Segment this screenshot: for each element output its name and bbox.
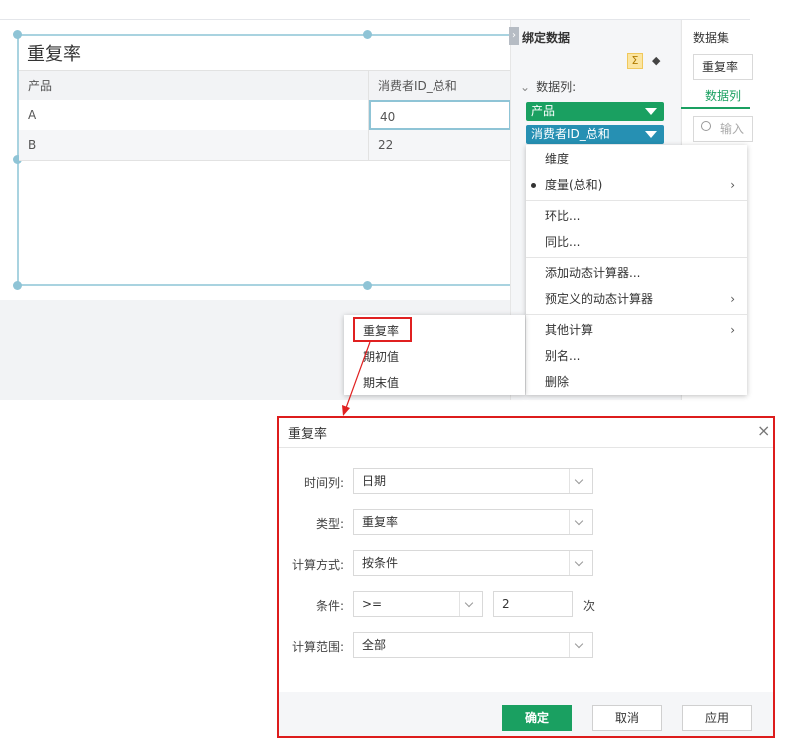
field-pill-label: 消费者ID_总和 <box>531 127 610 141</box>
condition-count-input[interactable]: 2 <box>493 591 573 617</box>
data-columns-label: 数据列: <box>536 80 577 94</box>
menu-item-delete[interactable]: 删除 <box>526 369 747 395</box>
repeat-rate-dialog <box>277 416 775 738</box>
column-header-product[interactable]: 产品 <box>19 71 369 101</box>
ok-button[interactable]: 确定 <box>502 705 572 731</box>
dataset-select[interactable]: 重复率 <box>693 54 753 80</box>
active-tab-underline <box>681 107 750 109</box>
menu-item-label: 预定义的动态计算器 <box>545 292 654 306</box>
menu-item-dimension[interactable]: 维度 <box>526 146 747 172</box>
condition-operator-select[interactable]: >= <box>353 591 483 617</box>
menu-item-label: 维度 <box>545 152 570 166</box>
menu-item-predefined-dynamic-calculator[interactable]: 预定义的动态计算器 › <box>526 286 747 312</box>
chevron-down-icon[interactable] <box>569 633 592 657</box>
chevron-right-icon: › <box>730 323 735 337</box>
tab-data-columns[interactable]: 数据列 <box>705 87 741 104</box>
resize-handle-top-left[interactable] <box>13 30 22 39</box>
table-row: A 40 <box>19 100 511 131</box>
dataset-panel-title: 数据集 <box>693 31 730 45</box>
resize-handle-bottom-middle[interactable] <box>363 281 372 290</box>
calc-method-select[interactable]: 按条件 <box>353 550 593 576</box>
menu-item-add-dynamic-calculator[interactable]: 添加动态计算器... <box>526 260 747 286</box>
menu-item-other-calculations[interactable]: 其他计算 › <box>526 317 747 343</box>
menu-item-year-over-year[interactable]: 同比... <box>526 229 747 255</box>
chevron-right-icon: › <box>730 178 735 192</box>
menu-item-label: 删除 <box>545 375 570 389</box>
menu-item-alias[interactable]: 别名... <box>526 343 747 369</box>
time-column-select[interactable]: 日期 <box>353 468 593 494</box>
caret-down-icon[interactable] <box>645 131 657 138</box>
time-column-label: 时间列: <box>303 476 344 490</box>
checked-dot-icon <box>531 183 536 188</box>
calc-range-select[interactable]: 全部 <box>353 632 593 658</box>
field-pill-consumer-id-sum[interactable]: 消费者ID_总和 <box>526 125 664 144</box>
table-cell[interactable]: B <box>19 130 369 160</box>
chevron-down-icon[interactable] <box>569 469 592 493</box>
menu-divider <box>526 200 747 201</box>
chevron-down-icon[interactable] <box>459 592 482 616</box>
caret-down-icon[interactable] <box>645 108 657 115</box>
resize-handle-bottom-left[interactable] <box>13 281 22 290</box>
highlight-box <box>353 317 412 342</box>
condition-label: 条件: <box>315 599 344 613</box>
close-icon[interactable]: × <box>757 421 770 440</box>
resize-handle-top-middle[interactable] <box>363 30 372 39</box>
table-cell[interactable]: 22 <box>369 130 511 160</box>
chevron-down-icon: ⌄ <box>520 80 531 94</box>
search-icon <box>701 121 711 131</box>
calc-method-label: 计算方式: <box>291 558 344 572</box>
calc-range-label: 计算范围: <box>291 640 344 654</box>
calc-method-value: 按条件 <box>362 556 399 570</box>
cancel-button[interactable]: 取消 <box>592 705 662 731</box>
menu-divider <box>526 314 747 315</box>
report-title: 重复率 <box>27 44 81 65</box>
collapse-arrow-icon[interactable]: › <box>509 27 519 45</box>
apply-button[interactable]: 应用 <box>682 705 752 731</box>
table-cell[interactable]: A <box>19 100 369 130</box>
sigma-icon[interactable]: Σ <box>627 53 643 69</box>
condition-operator-value: >= <box>362 597 383 611</box>
submenu-item-opening-value[interactable]: 期初值 <box>363 348 399 365</box>
type-label: 类型: <box>315 517 344 531</box>
menu-item-label: 别名... <box>545 349 581 363</box>
menu-item-label: 同比... <box>545 235 581 249</box>
menu-item-label: 其他计算 <box>545 323 594 337</box>
field-pill-product[interactable]: 产品 <box>526 102 664 121</box>
eraser-icon[interactable]: ◆ <box>652 54 660 67</box>
data-columns-section[interactable]: ⌄ 数据列: <box>520 78 576 95</box>
menu-item-label: 度量(总和) <box>545 178 603 192</box>
chevron-right-icon: › <box>730 292 735 306</box>
menu-item-measure-sum[interactable]: 度量(总和) › <box>526 172 747 198</box>
time-column-value: 日期 <box>362 474 387 488</box>
field-pill-label: 产品 <box>531 104 556 118</box>
menu-item-label: 添加动态计算器... <box>545 266 641 280</box>
menu-divider <box>526 257 747 258</box>
dialog-header <box>279 418 773 448</box>
binding-panel-title: 绑定数据 <box>522 31 571 45</box>
menu-item-period-over-period[interactable]: 环比... <box>526 203 747 229</box>
table-header-row: 产品 消费者ID_总和 <box>19 70 511 102</box>
column-header-consumer-id-sum[interactable]: 消费者ID_总和 <box>369 71 511 101</box>
chevron-down-icon[interactable] <box>569 551 592 575</box>
calc-range-value: 全部 <box>362 638 387 652</box>
submenu-item-closing-value[interactable]: 期末值 <box>363 374 399 391</box>
type-value: 重复率 <box>362 515 399 529</box>
menu-item-label: 环比... <box>545 209 581 223</box>
type-select[interactable]: 重复率 <box>353 509 593 535</box>
table-row: B 22 <box>19 130 511 161</box>
context-menu: 维度 度量(总和) › 环比... 同比... 添加动态计算器... 预定义的动态… <box>526 145 747 395</box>
condition-unit-label: 次 <box>583 599 596 613</box>
table-cell-selected[interactable]: 40 <box>369 100 511 130</box>
dialog-title: 重复率 <box>288 427 328 442</box>
chevron-down-icon[interactable] <box>569 510 592 534</box>
